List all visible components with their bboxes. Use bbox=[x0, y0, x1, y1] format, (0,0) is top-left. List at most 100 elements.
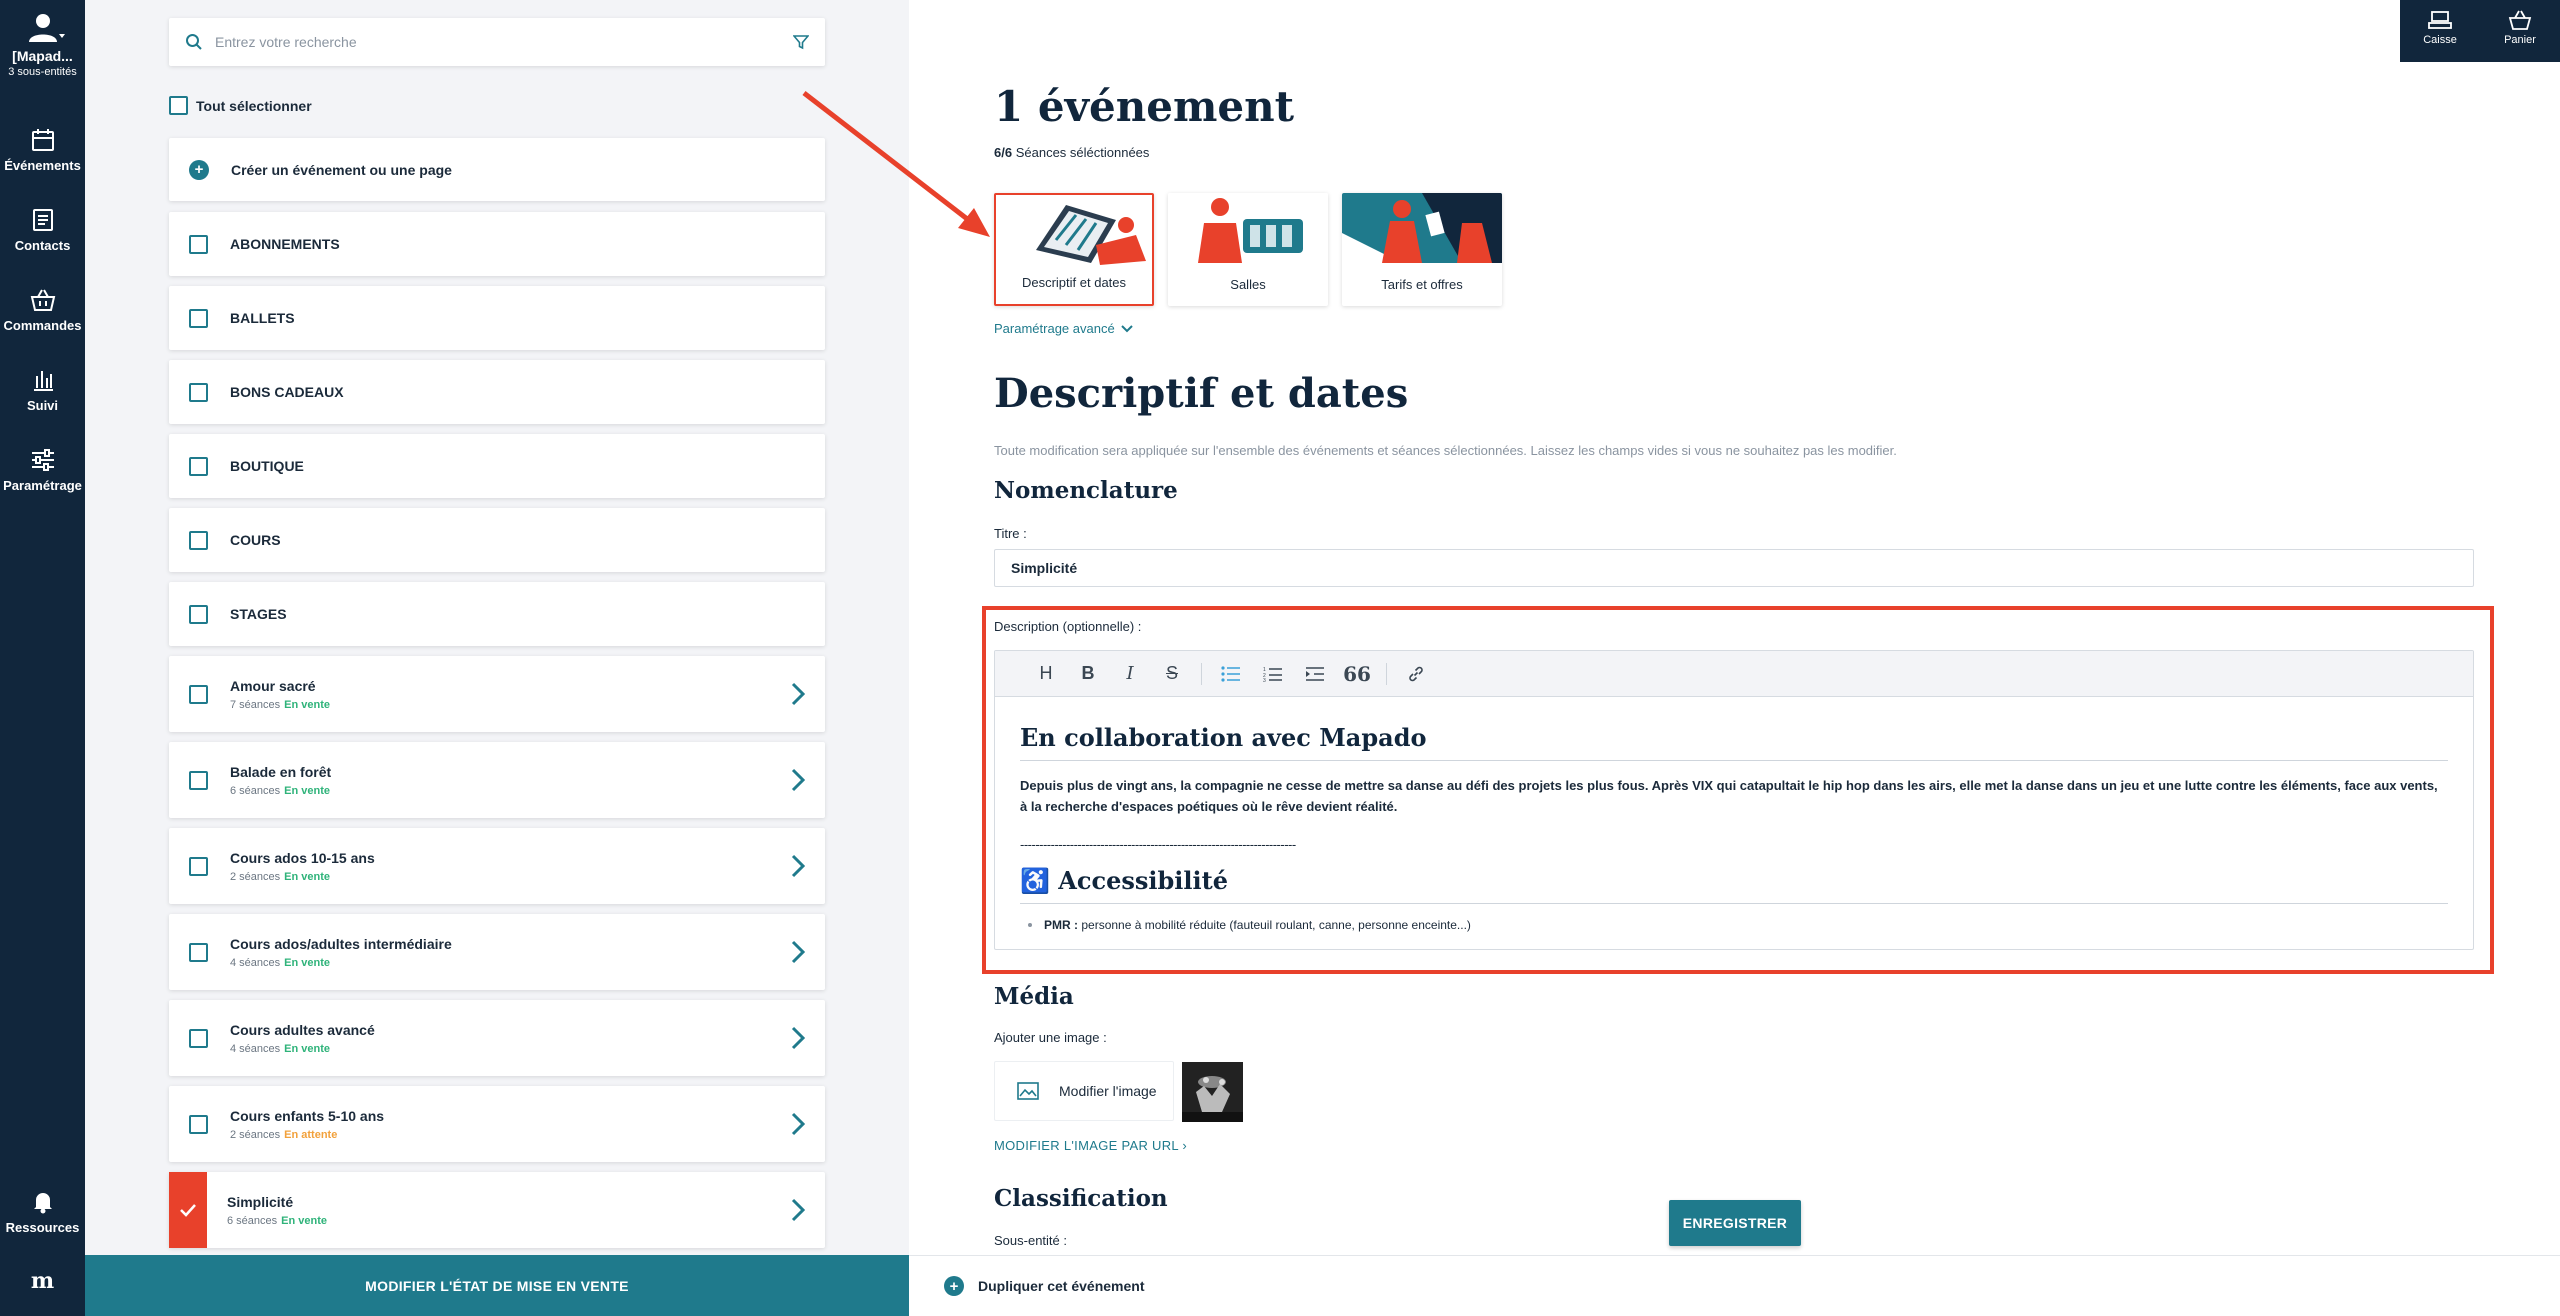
heading-icon[interactable]: H bbox=[1025, 659, 1067, 689]
user-menu[interactable]: [Mapad... 3 sous-entités bbox=[0, 12, 85, 78]
chevron-right-icon[interactable] bbox=[791, 1112, 805, 1136]
category-item[interactable]: BALLETS bbox=[169, 286, 825, 350]
event-sessions: 7 séances bbox=[230, 698, 281, 711]
event-checkbox[interactable] bbox=[189, 770, 208, 790]
nav-item-suivi[interactable]: Suivi bbox=[0, 368, 85, 413]
mapado-logo[interactable]: m bbox=[0, 1268, 85, 1294]
quote-icon[interactable]: 66 bbox=[1336, 659, 1378, 689]
modify-image-url-label: MODIFIER L'IMAGE PAR URL bbox=[994, 1138, 1179, 1153]
nav-item-ressources[interactable]: Ressources bbox=[0, 1190, 85, 1235]
duplicate-event-button[interactable]: + Dupliquer cet événement bbox=[909, 1255, 2560, 1316]
nav-item-commandes[interactable]: Commandes bbox=[0, 288, 85, 333]
duplicate-label: Dupliquer cet événement bbox=[978, 1278, 1145, 1294]
main-nav: [Mapad... 3 sous-entités Événements Cont… bbox=[0, 0, 85, 1316]
numbered-list-icon[interactable]: 123 bbox=[1252, 659, 1294, 689]
strikethrough-icon[interactable]: S bbox=[1151, 659, 1193, 689]
chart-icon bbox=[33, 371, 53, 391]
category-label: COURS bbox=[230, 532, 281, 548]
event-item[interactable]: Cours ados/adultes intermédiaire 4 séanc… bbox=[169, 914, 825, 990]
chevron-right-icon[interactable] bbox=[791, 1026, 805, 1050]
event-checkbox[interactable] bbox=[189, 942, 208, 962]
event-title: Simplicité bbox=[227, 1193, 294, 1210]
tile-label: Tarifs et offres bbox=[1381, 277, 1463, 292]
image-icon bbox=[1017, 1082, 1039, 1100]
sliders-icon bbox=[31, 449, 54, 471]
bullet-list-icon[interactable] bbox=[1210, 659, 1252, 689]
panier-button[interactable]: Panier bbox=[2480, 0, 2560, 62]
event-sessions: 2 séances bbox=[230, 1128, 281, 1141]
category-item[interactable]: STAGES bbox=[169, 582, 825, 646]
tile-tarifs[interactable]: Tarifs et offres bbox=[1342, 193, 1502, 306]
category-checkbox[interactable] bbox=[189, 530, 208, 550]
event-checkbox[interactable] bbox=[189, 1114, 208, 1134]
link-icon[interactable] bbox=[1395, 659, 1437, 689]
event-item[interactable]: Balade en forêt 6 séances En vente bbox=[169, 742, 825, 818]
search-icon bbox=[186, 34, 202, 50]
event-checkbox[interactable] bbox=[189, 1028, 208, 1048]
nav-label: Suivi bbox=[26, 398, 59, 413]
category-checkbox[interactable] bbox=[189, 604, 208, 624]
nav-item-contacts[interactable]: Contacts bbox=[0, 208, 85, 253]
search-bar[interactable]: Entrez votre recherche bbox=[169, 18, 825, 66]
category-checkbox[interactable] bbox=[189, 308, 208, 328]
category-label: BOUTIQUE bbox=[230, 458, 304, 474]
event-item[interactable]: Cours enfants 5-10 ans 2 séances En atten… bbox=[169, 1086, 825, 1162]
create-event-button[interactable]: + Créer un événement ou une page bbox=[169, 138, 825, 201]
modify-image-button[interactable]: Modifier l'image bbox=[994, 1061, 1174, 1121]
page-title: 1 événement bbox=[994, 82, 1295, 131]
title-label: Titre : bbox=[994, 526, 1027, 541]
event-sessions: 2 séances bbox=[230, 870, 281, 883]
chevron-right-icon[interactable] bbox=[791, 854, 805, 878]
editor-content[interactable]: En collaboration avec Mapado Depuis plus… bbox=[995, 697, 2473, 949]
contacts-icon bbox=[32, 209, 53, 231]
list-item-bold: PMR : bbox=[1044, 918, 1078, 932]
main-content: Caisse Panier 1 événement 6/6 Séances sé… bbox=[909, 0, 2560, 1316]
category-item[interactable]: ABONNEMENTS bbox=[169, 212, 825, 276]
modify-sale-state-button[interactable]: MODIFIER L'ÉTAT DE MISE EN VENTE bbox=[85, 1255, 909, 1316]
select-all-checkbox[interactable] bbox=[169, 96, 188, 115]
editor-divider: ----------------------------------------… bbox=[1020, 837, 1296, 852]
plus-icon: + bbox=[189, 159, 209, 180]
category-checkbox[interactable] bbox=[189, 382, 208, 402]
tile-descriptif[interactable]: Descriptif et dates bbox=[994, 193, 1154, 306]
event-checkbox-checked[interactable] bbox=[169, 1172, 207, 1248]
calendar-icon bbox=[31, 129, 54, 151]
chevron-right-icon[interactable] bbox=[791, 768, 805, 792]
chevron-right-icon[interactable] bbox=[791, 940, 805, 964]
filter-icon[interactable] bbox=[793, 34, 809, 50]
select-all[interactable]: Tout sélectionner bbox=[169, 96, 312, 115]
category-checkbox[interactable] bbox=[189, 234, 208, 254]
nav-label: Commandes bbox=[3, 318, 82, 333]
nav-item-evenements[interactable]: Événements bbox=[0, 128, 85, 173]
chevron-down-icon bbox=[1120, 324, 1133, 332]
bold-icon[interactable]: B bbox=[1067, 659, 1109, 689]
chevron-right-icon[interactable] bbox=[791, 682, 805, 706]
status-badge: En vente bbox=[284, 870, 331, 883]
save-button[interactable]: ENREGISTRER bbox=[1669, 1200, 1801, 1246]
event-title: Cours ados/adultes intermédiaire bbox=[230, 935, 452, 952]
event-item[interactable]: Cours ados 10-15 ans 2 séances En vente bbox=[169, 828, 825, 904]
category-item[interactable]: COURS bbox=[169, 508, 825, 572]
chevron-right-icon[interactable] bbox=[791, 1198, 805, 1222]
event-item[interactable]: Cours adultes avancé 4 séances En vente bbox=[169, 1000, 825, 1076]
italic-icon[interactable]: I bbox=[1109, 659, 1151, 689]
advanced-settings-toggle[interactable]: Paramétrage avancé bbox=[994, 321, 1133, 336]
modify-image-url-link[interactable]: MODIFIER L'IMAGE PAR URL › bbox=[994, 1138, 1187, 1153]
category-item[interactable]: BONS CADEAUX bbox=[169, 360, 825, 424]
search-input[interactable]: Entrez votre recherche bbox=[215, 34, 793, 50]
caisse-button[interactable]: Caisse bbox=[2400, 0, 2480, 62]
title-field[interactable]: Simplicité bbox=[994, 549, 2474, 587]
event-checkbox[interactable] bbox=[189, 684, 208, 704]
tile-salles[interactable]: Salles bbox=[1168, 193, 1328, 306]
category-checkbox[interactable] bbox=[189, 456, 208, 476]
event-item-selected[interactable]: Simplicité 6 séances En vente bbox=[169, 1172, 825, 1248]
nav-label: Événements bbox=[4, 158, 81, 173]
category-item[interactable]: BOUTIQUE bbox=[169, 434, 825, 498]
nav-item-parametrage[interactable]: Paramétrage bbox=[0, 448, 85, 493]
editor-paragraph: Depuis plus de vingt ans, la compagnie n… bbox=[1020, 778, 2438, 814]
indent-icon[interactable] bbox=[1294, 659, 1336, 689]
event-checkbox[interactable] bbox=[189, 856, 208, 876]
event-item[interactable]: Amour sacré 7 séances En vente bbox=[169, 656, 825, 732]
description-editor[interactable]: H B I S 123 66 En collaboration avec Map… bbox=[994, 650, 2474, 950]
event-title: Cours adultes avancé bbox=[230, 1021, 375, 1038]
